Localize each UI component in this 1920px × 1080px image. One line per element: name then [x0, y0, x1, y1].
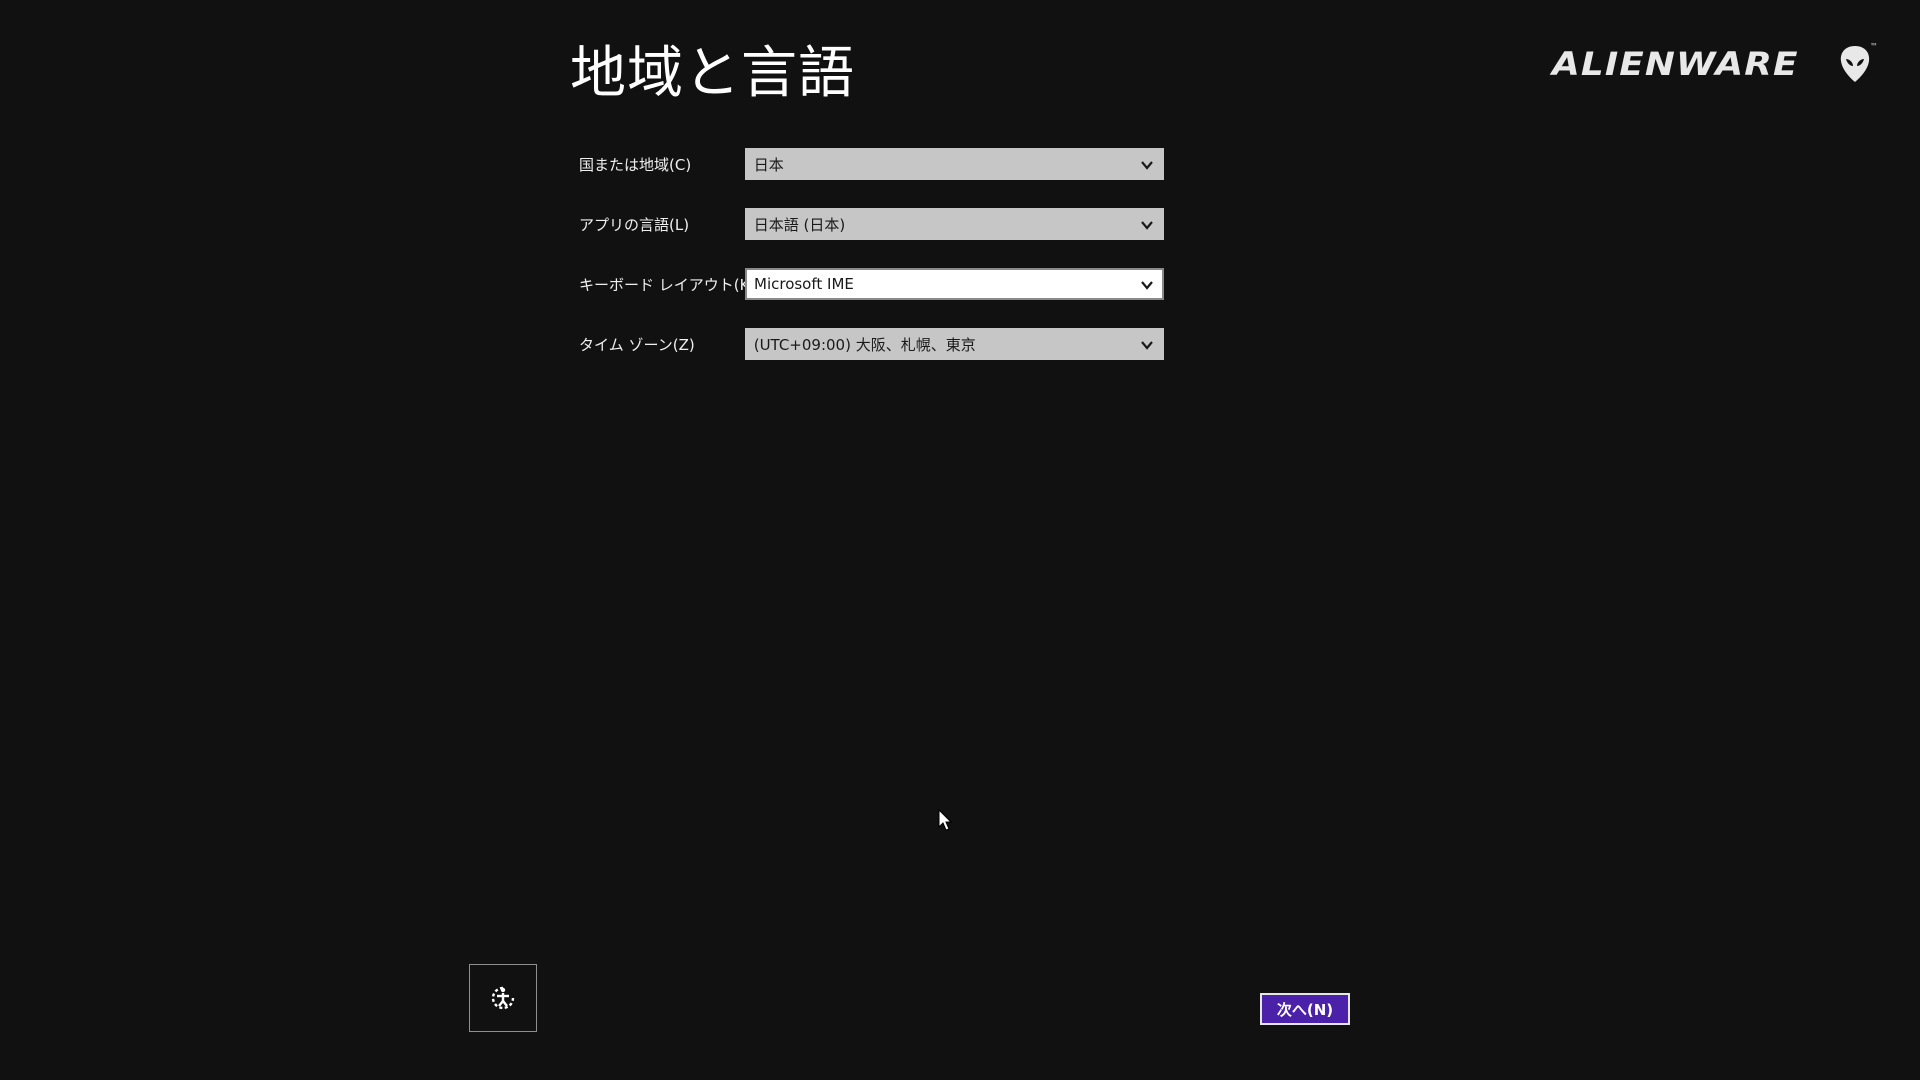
keyboard-layout-row: キーボード レイアウト(K) Microsoft IME [579, 268, 1164, 300]
time-zone-value: (UTC+09:00) 大阪、札幌、東京 [753, 335, 976, 354]
time-zone-select[interactable]: (UTC+09:00) 大阪、札幌、東京 [744, 328, 1164, 360]
app-language-row: アプリの言語(L) 日本語 (日本) [579, 208, 1164, 240]
country-region-label: 国または地域(C) [579, 155, 692, 174]
page-title: 地域と言語 [570, 41, 855, 106]
brand-logo: ALIENWARE ™ [1552, 42, 1878, 84]
ease-of-access-button[interactable] [469, 964, 537, 1032]
chevron-down-icon [1141, 341, 1153, 350]
country-region-select[interactable]: 日本 [744, 148, 1164, 180]
app-language-value: 日本語 (日本) [753, 215, 846, 234]
brand-logo-text: ALIENWARE [1552, 45, 1799, 83]
app-language-label: アプリの言語(L) [579, 215, 690, 234]
chevron-down-icon [1141, 221, 1153, 230]
country-region-value: 日本 [753, 155, 784, 174]
chevron-down-icon [1141, 161, 1153, 170]
alien-head-icon [1840, 46, 1870, 82]
keyboard-layout-select[interactable]: Microsoft IME [745, 268, 1164, 300]
time-zone-label: タイム ゾーン(Z) [579, 335, 695, 354]
app-language-select[interactable]: 日本語 (日本) [744, 208, 1164, 240]
keyboard-layout-value: Microsoft IME [754, 275, 854, 293]
time-zone-row: タイム ゾーン(Z) (UTC+09:00) 大阪、札幌、東京 [579, 328, 1164, 360]
region-language-form: 国または地域(C) 日本 アプリの言語(L) 日本語 (日本) キーボード レイ… [579, 148, 1164, 388]
ease-of-access-icon [491, 986, 515, 1010]
setup-screen: 地域と言語 ALIENWARE ™ 国または地域(C) 日本 アプリの言語(L)… [0, 0, 1920, 1080]
next-button[interactable]: 次へ(N) [1260, 993, 1350, 1025]
mouse-pointer-icon [938, 809, 953, 831]
keyboard-layout-label: キーボード レイアウト(K) [579, 275, 756, 294]
country-region-row: 国または地域(C) 日本 [579, 148, 1164, 180]
trademark-symbol: ™ [1870, 42, 1878, 51]
chevron-down-icon [1141, 281, 1153, 290]
